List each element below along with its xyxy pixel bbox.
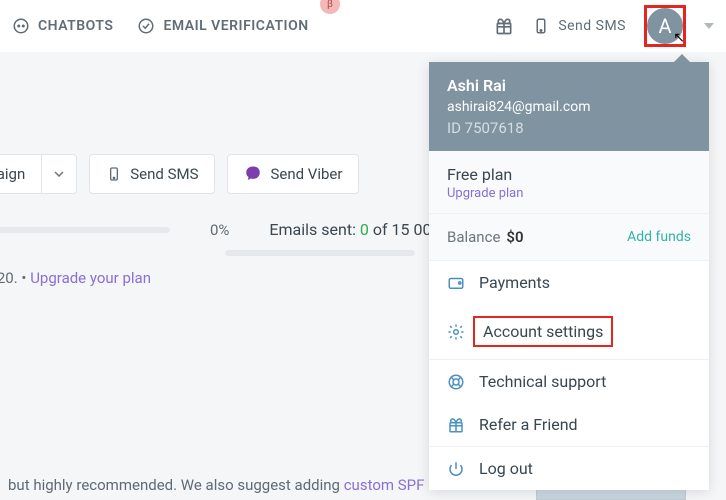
send-sms-label: Send SMS (558, 18, 626, 34)
footnote: but highly recommended. We also suggest … (8, 476, 493, 494)
gift-icon[interactable] (494, 16, 514, 36)
viber-icon (244, 165, 262, 183)
upgrade-plan-link-dd[interactable]: Upgrade plan (447, 186, 691, 201)
nav-chatbots-label: CHATBOTS (38, 18, 113, 34)
nav-chatbots[interactable]: CHATBOTS (12, 17, 113, 35)
send-sms-button[interactable]: Send SMS (89, 154, 215, 194)
user-avatar[interactable]: A ↖ (647, 8, 683, 44)
progress-bar-1 (0, 227, 170, 233)
topbar-right: Send SMS A ↖ (494, 5, 714, 47)
gear-icon (447, 323, 465, 341)
power-icon (447, 460, 465, 478)
campaign-split-button: ampaign (0, 154, 77, 194)
emails-sent: Emails sent: 0 of 15 000 (269, 220, 440, 239)
user-dropdown: Ashi Rai ashirai824@gmail.com ID 7507618… (429, 62, 709, 490)
campaign-dropdown[interactable] (42, 154, 77, 194)
nav-emailverif-label: EMAIL VERIFICATION (163, 18, 308, 34)
send-sms-link[interactable]: Send SMS (532, 17, 626, 35)
menu-account-settings[interactable]: Account settings (429, 304, 709, 359)
upgrade-plan-link[interactable]: Upgrade your plan (30, 269, 151, 287)
lifebuoy-icon (447, 373, 465, 391)
user-name: Ashi Rai (447, 76, 691, 95)
avatar-highlight: A ↖ (644, 5, 686, 47)
user-id: ID 7507618 (447, 119, 691, 137)
balance-row: Balance $0 Add funds (429, 214, 709, 261)
dropdown-header: Ashi Rai ashirai824@gmail.com ID 7507618 (429, 62, 709, 151)
percent-value: 0% (210, 221, 229, 239)
balance-label: Balance (447, 228, 500, 246)
gift-icon (447, 416, 465, 434)
menu-support[interactable]: Technical support (429, 360, 709, 403)
chat-icon (12, 17, 30, 35)
plan-block: Free plan Upgrade plan (429, 151, 709, 214)
progress-bar-2 (225, 250, 415, 256)
wallet-icon (447, 274, 465, 292)
nav-emailverif[interactable]: EMAIL VERIFICATION (137, 17, 308, 35)
menu-logout[interactable]: Log out (429, 447, 709, 490)
topbar: CHATBOTS EMAIL VERIFICATION β Send SMS A… (0, 0, 726, 52)
campaign-button[interactable]: ampaign (0, 154, 42, 194)
chevron-down-icon[interactable] (704, 23, 714, 29)
plan-name: Free plan (447, 165, 691, 184)
add-funds-link[interactable]: Add funds (627, 229, 691, 245)
user-email: ashirai824@gmail.com (447, 99, 691, 115)
beta-badge: β (320, 0, 340, 14)
menu-refer[interactable]: Refer a Friend (429, 403, 709, 446)
chevron-down-icon (54, 171, 64, 177)
phone-icon (532, 17, 550, 35)
avatar-letter: A (658, 14, 671, 38)
check-circle-icon (137, 17, 155, 35)
menu-payments[interactable]: Payments (429, 261, 709, 304)
phone-icon (106, 166, 122, 182)
cursor-icon: ↖ (673, 30, 685, 46)
balance-value: $0 (506, 228, 523, 246)
send-viber-button[interactable]: Send Viber (227, 154, 359, 194)
